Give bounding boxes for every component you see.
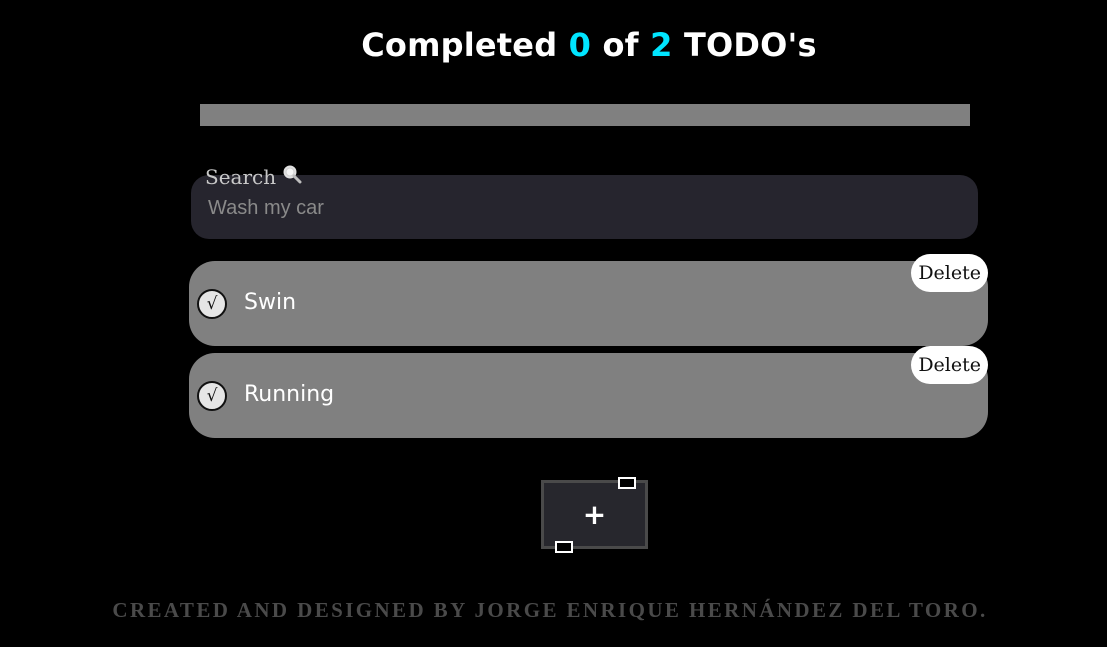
todo-item: √ Swin Delete xyxy=(189,254,988,346)
progress-bar xyxy=(200,104,970,126)
total-count: 2 xyxy=(650,26,673,64)
resize-handle[interactable] xyxy=(555,541,573,553)
page-title: Completed 0 of 2 TODO's xyxy=(0,26,1107,64)
title-prefix: Completed xyxy=(361,26,558,64)
complete-checkbox[interactable]: √ xyxy=(197,289,227,319)
title-suffix: TODO's xyxy=(683,26,817,64)
magnifier-icon xyxy=(282,164,302,190)
completed-count: 0 xyxy=(568,26,592,64)
search-label: Search xyxy=(205,164,302,190)
complete-checkbox[interactable]: √ xyxy=(197,381,227,411)
todo-item: √ Running Delete xyxy=(189,346,988,438)
delete-button[interactable]: Delete xyxy=(911,346,988,384)
delete-button[interactable]: Delete xyxy=(911,254,988,292)
search-input[interactable] xyxy=(208,193,948,223)
add-todo-button[interactable]: + xyxy=(541,480,648,549)
resize-handle[interactable] xyxy=(618,477,636,489)
footer-credit: CREATED AND DESIGNED BY JORGE ENRIQUE HE… xyxy=(112,598,988,622)
todo-text: Swin xyxy=(244,290,297,315)
search-label-text: Search xyxy=(205,165,277,189)
title-middle: of xyxy=(602,26,639,64)
todo-text: Running xyxy=(244,382,335,407)
